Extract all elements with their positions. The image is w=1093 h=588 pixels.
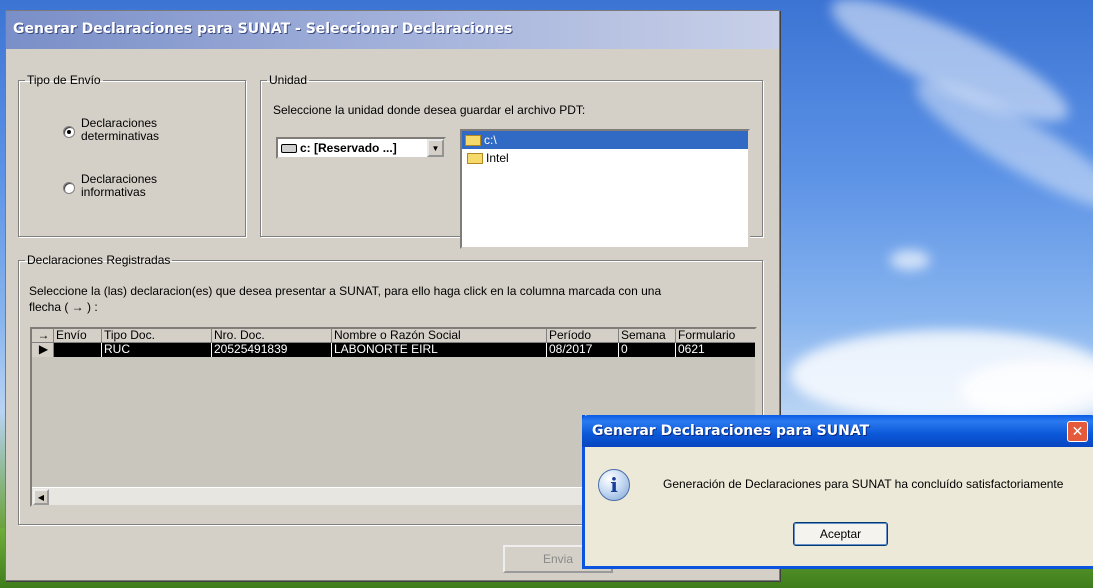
dialog-title: Generar Declaraciones para SUNAT	[592, 423, 870, 439]
chevron-down-icon[interactable]: ▼	[427, 139, 444, 157]
tipo-envio-legend: Tipo de Envío	[27, 73, 101, 87]
column-nro-doc[interactable]: Nro. Doc.	[212, 329, 332, 343]
folder-item-intel[interactable]: Intel	[462, 149, 748, 167]
cell-tipo-doc: RUC	[102, 343, 212, 357]
open-folder-icon	[465, 134, 481, 146]
cell-periodo: 08/2017	[547, 343, 619, 357]
folder-list[interactable]: c:\ Intel	[460, 129, 750, 249]
grid-header: → Envío Tipo Doc. Nro. Doc. Nombre o Raz…	[32, 329, 755, 343]
declaraciones-legend: Declaraciones Registradas	[27, 253, 171, 267]
radio-determinativas-label-2: determinativas	[81, 129, 160, 143]
column-semana[interactable]: Semana	[619, 329, 676, 343]
info-icon: i	[598, 469, 630, 501]
close-icon[interactable]: ✕	[1067, 421, 1088, 442]
row-indicator-icon[interactable]: ▶	[32, 343, 54, 357]
drive-icon	[281, 143, 297, 153]
cell-nro-doc: 20525491839	[212, 343, 332, 357]
tipo-envio-group: Tipo de Envío Declaraciones determinativ…	[18, 73, 246, 237]
unidad-instruction: Seleccione la unidad donde desea guardar…	[273, 103, 586, 117]
cell-nombre: LABONORTE EIRL	[332, 343, 547, 357]
unidad-group: Unidad Seleccione la unidad donde desea …	[260, 73, 763, 249]
column-envio[interactable]: Envío	[54, 329, 102, 343]
column-nombre[interactable]: Nombre o Razón Social	[332, 329, 547, 343]
cell-envio[interactable]	[54, 343, 102, 357]
window-title: Generar Declaraciones para SUNAT - Selec…	[6, 11, 779, 49]
dialog-message: Generación de Declaraciones para SUNAT h…	[663, 477, 1064, 491]
aceptar-button[interactable]: Aceptar	[793, 522, 888, 546]
radio-informativas-indicator[interactable]	[63, 182, 75, 194]
unidad-legend: Unidad	[269, 73, 308, 87]
drive-select-value: c: [Reservado ...]	[300, 141, 397, 155]
radio-determinativas-indicator[interactable]	[63, 126, 75, 138]
table-row[interactable]: ▶ RUC 20525491839 LABONORTE EIRL 08/2017…	[32, 343, 755, 357]
cell-semana: 0	[619, 343, 676, 357]
declaraciones-instruction: Seleccione la (las) declaracion(es) que …	[29, 284, 662, 298]
folder-item-label: Intel	[486, 151, 509, 165]
radio-informativas-label-1: Declaraciones	[81, 172, 158, 186]
scroll-left-icon[interactable]: ◀	[33, 489, 49, 505]
radio-informativas-label-2: informativas	[81, 185, 146, 199]
radio-determinativas[interactable]: Declaraciones determinativas	[63, 117, 181, 143]
declaraciones-instruction-2: flecha ( → ) :	[29, 300, 98, 314]
folder-item-label: c:\	[484, 133, 497, 147]
folder-icon	[467, 152, 483, 164]
column-periodo[interactable]: Período	[547, 329, 619, 343]
folder-item-root[interactable]: c:\	[462, 131, 748, 149]
cell-formulario: 0621	[676, 343, 755, 357]
radio-informativas[interactable]: Declaraciones informativas	[63, 173, 181, 199]
drive-select[interactable]: c: [Reservado ...] ▼	[276, 137, 446, 159]
column-tipo-doc[interactable]: Tipo Doc.	[102, 329, 212, 343]
info-dialog: Generar Declaraciones para SUNAT ✕ i Gen…	[582, 415, 1093, 569]
radio-determinativas-label-1: Declaraciones	[81, 116, 158, 130]
column-formulario[interactable]: Formulario	[676, 329, 755, 343]
select-arrow-column[interactable]: →	[32, 329, 54, 343]
